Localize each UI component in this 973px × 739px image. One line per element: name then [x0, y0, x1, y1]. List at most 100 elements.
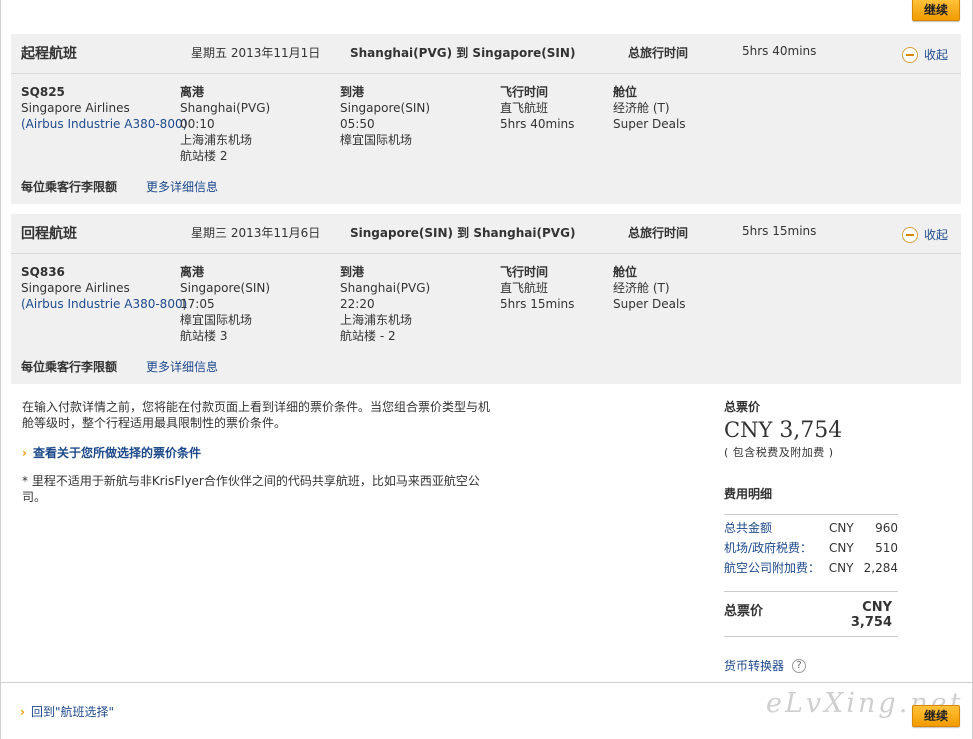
- outbound-nonstop: 直飞航班: [500, 101, 549, 115]
- fee-row-value: 960: [875, 521, 898, 535]
- fee-breakdown-title: 费用明细: [724, 485, 898, 515]
- outbound-depart-city: Shanghai(PVG): [180, 101, 271, 115]
- footer-divider: [1, 682, 972, 683]
- inbound-arrive-city: Shanghai(PVG): [340, 281, 431, 295]
- outbound-aircraft-link[interactable]: (Airbus Industrie A380-800): [21, 117, 187, 131]
- inbound-flight-no: SQ836: [21, 265, 65, 279]
- currency-converter-label: 货币转换器: [724, 659, 785, 673]
- inbound-flight-col: SQ836 Singapore Airlines (Airbus Industr…: [21, 264, 187, 312]
- outbound-header: 起程航班 星期五 2013年11月1日 Shanghai(PVG) 到 Sing…: [11, 34, 961, 74]
- inbound-arrive-time: 22:20: [340, 297, 375, 311]
- inbound-arrive-label: 到港: [340, 265, 365, 279]
- outbound-total-time: 5hrs 40mins: [742, 44, 817, 58]
- inbound-arrive-airport: 上海浦东机场: [340, 313, 413, 327]
- inbound-depart-col: 离港 Singapore(SIN) 17:05 樟宜国际机场 航站楼 3: [180, 264, 270, 344]
- fee-row-name[interactable]: 总共金额: [724, 521, 829, 535]
- inbound-date: 星期三 2013年11月6日: [191, 226, 321, 240]
- back-to-flight-selection-link[interactable]: › 回到"航班选择": [20, 703, 114, 720]
- final-total-row: 总票价 CNY 3,754: [724, 591, 898, 637]
- fee-row: 航空公司附加费： CNY 2,284: [724, 561, 898, 575]
- fee-row-name[interactable]: 航空公司附加费：: [724, 561, 829, 575]
- fee-row-currency: CNY: [829, 521, 854, 535]
- miles-note: * 里程不适用于新航与非KrisFlyer合作伙伴之间的代码共享航班，比如马来西…: [22, 474, 480, 504]
- inbound-segment: 回程航班 星期三 2013年11月6日 Singapore(SIN) 到 Sha…: [11, 214, 961, 384]
- minus-circle-icon: [902, 46, 918, 63]
- continue-button-top[interactable]: 继续: [912, 0, 960, 21]
- inbound-total-time: 5hrs 15mins: [742, 224, 817, 238]
- minus-circle-icon: [902, 226, 918, 243]
- inbound-fare: Super Deals: [613, 297, 686, 311]
- outbound-flight-no: SQ825: [21, 85, 65, 99]
- inbound-total-time-label: 总旅行时间: [628, 226, 689, 240]
- inbound-flighttime-col: 飞行时间 直飞航班 5hrs 15mins: [500, 264, 574, 312]
- inbound-depart-city: Singapore(SIN): [180, 281, 271, 295]
- inbound-nonstop: 直飞航班: [500, 281, 549, 295]
- outbound-arrive-airport: 樟宜国际机场: [340, 133, 413, 147]
- outbound-baggage-label: 每位乘客行李限额: [21, 180, 118, 194]
- fee-row-currency: CNY: [829, 541, 854, 555]
- fee-row-value: 510: [875, 541, 898, 555]
- currency-converter[interactable]: 货币转换器 ?: [724, 657, 898, 674]
- inbound-aircraft-link[interactable]: (Airbus Industrie A380-800): [21, 297, 187, 311]
- outbound-depart-col: 离港 Shanghai(PVG) 00:10 上海浦东机场 航站楼 2: [180, 84, 270, 164]
- inbound-arrive-terminal: 航站楼 - 2: [340, 329, 396, 343]
- total-price-label: 总票价: [724, 400, 761, 414]
- outbound-fare: Super Deals: [613, 117, 686, 131]
- inbound-route: Singapore(SIN) 到 Shanghai(PVG): [350, 226, 576, 240]
- outbound-collapse-label: 收起: [924, 48, 949, 62]
- fare-notes: 在输入付款详情之前，您将能在付款页面上看到详细的票价条件。当您组合票价类型与机舱…: [22, 399, 492, 505]
- outbound-collapse-button[interactable]: 收起: [902, 46, 948, 63]
- total-price-value: 3,754: [779, 418, 843, 443]
- outbound-arrive-col: 到港 Singapore(SIN) 05:50 樟宜国际机场: [340, 84, 430, 148]
- outbound-more-details-link[interactable]: 更多详细信息: [146, 178, 218, 195]
- inbound-collapse-button[interactable]: 收起: [902, 226, 948, 243]
- inbound-cabin: 经济舱 (T): [613, 281, 670, 295]
- fare-conditions-link[interactable]: › 查看关于您所做选择的票价条件: [22, 445, 492, 461]
- outbound-cabin-label: 舱位: [613, 85, 638, 99]
- help-icon[interactable]: ?: [792, 658, 807, 673]
- inbound-cabin-col: 舱位 经济舱 (T) Super Deals: [613, 264, 686, 312]
- final-total-label: 总票价: [724, 604, 764, 619]
- outbound-depart-label: 离港: [180, 85, 205, 99]
- outbound-cabin: 经济舱 (T): [613, 101, 670, 115]
- outbound-flighttime-col: 飞行时间 直飞航班 5hrs 40mins: [500, 84, 574, 132]
- outbound-flight-col: SQ825 Singapore Airlines (Airbus Industr…: [21, 84, 187, 132]
- inbound-duration: 5hrs 15mins: [500, 297, 575, 311]
- inbound-body: SQ836 Singapore Airlines (Airbus Industr…: [11, 254, 961, 384]
- inbound-depart-airport: 樟宜国际机场: [180, 313, 253, 327]
- inbound-collapse-label: 收起: [924, 228, 949, 242]
- inbound-cabin-label: 舱位: [613, 265, 638, 279]
- outbound-route: Shanghai(PVG) 到 Singapore(SIN): [350, 46, 576, 60]
- fee-row-name[interactable]: 机场/政府税费：: [724, 541, 829, 555]
- inbound-depart-terminal: 航站楼 3: [180, 329, 228, 343]
- inbound-title: 回程航班: [21, 226, 77, 242]
- fee-row: 机场/政府税费： CNY 510: [724, 541, 898, 555]
- outbound-total-time-label: 总旅行时间: [628, 46, 689, 60]
- inbound-depart-time: 17:05: [180, 297, 215, 311]
- outbound-arrive-label: 到港: [340, 85, 365, 99]
- inbound-airline: Singapore Airlines: [21, 281, 130, 295]
- price-summary: 总票价 CNY 3,754 ( 包含税费及附加费 ) 费用明细 总共金额 CNY…: [724, 398, 898, 674]
- total-price-incl-note: ( 包含税费及附加费 ): [724, 446, 834, 459]
- inbound-depart-label: 离港: [180, 265, 205, 279]
- inbound-more-details-link[interactable]: 更多详细信息: [146, 358, 218, 375]
- total-price-amount: CNY 3,754: [724, 417, 898, 444]
- total-price-currency: CNY: [724, 418, 773, 442]
- inbound-arrive-col: 到港 Shanghai(PVG) 22:20 上海浦东机场 航站楼 - 2: [340, 264, 430, 344]
- fare-conditions-link-label: 查看关于您所做选择的票价条件: [32, 446, 201, 460]
- outbound-title: 起程航班: [21, 46, 77, 62]
- outbound-date: 星期五 2013年11月1日: [191, 46, 321, 60]
- outbound-depart-terminal: 航站楼 2: [180, 149, 228, 163]
- outbound-body: SQ825 Singapore Airlines (Airbus Industr…: [11, 74, 961, 204]
- outbound-duration: 5hrs 40mins: [500, 117, 575, 131]
- outbound-arrive-time: 05:50: [340, 117, 375, 131]
- outbound-depart-time: 00:10: [180, 117, 215, 131]
- outbound-segment: 起程航班 星期五 2013年11月1日 Shanghai(PVG) 到 Sing…: [11, 34, 961, 204]
- back-label: 回到"航班选择": [30, 705, 114, 719]
- fee-row-currency: CNY: [828, 561, 854, 575]
- final-total-value: CNY 3,754: [850, 600, 892, 630]
- fee-row-value: 2,284: [863, 561, 898, 575]
- continue-button-bottom[interactable]: 继续: [912, 705, 960, 727]
- outbound-depart-airport: 上海浦东机场: [180, 133, 253, 147]
- inbound-header: 回程航班 星期三 2013年11月6日 Singapore(SIN) 到 Sha…: [11, 214, 961, 254]
